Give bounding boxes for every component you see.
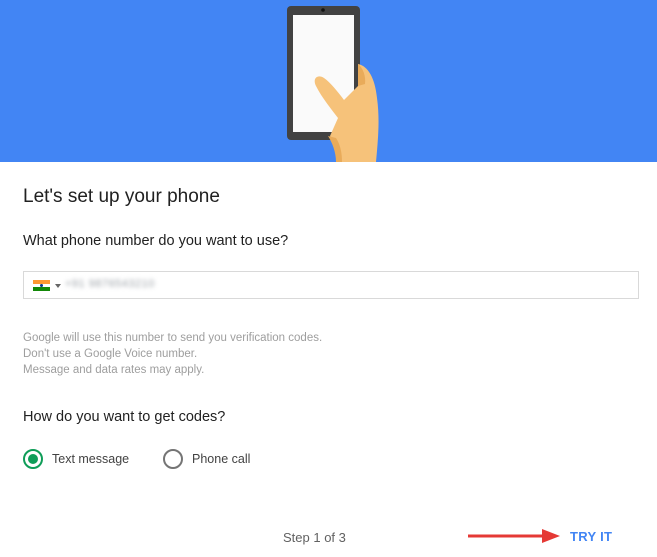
radio-text-message-label[interactable]: Text message	[52, 452, 129, 466]
radio-text-message[interactable]: Text message	[23, 448, 129, 470]
phone-camera-dot	[321, 8, 325, 12]
india-flag-icon[interactable]	[33, 280, 50, 291]
page-title: Let's set up your phone	[23, 186, 220, 207]
hand-holding-phone-illustration	[287, 6, 379, 162]
radio-phone-call[interactable]: Phone call	[163, 448, 250, 470]
country-dropdown-caret-icon[interactable]	[55, 284, 61, 288]
note-verification-codes: Google will use this number to send you …	[23, 332, 323, 344]
try-it-button[interactable]: TRY IT	[570, 529, 612, 544]
phone-number-value[interactable]: +91 9876543210	[65, 278, 155, 290]
phone-number-input[interactable]: +91 9876543210	[23, 271, 639, 299]
step-indicator: Step 1 of 3	[283, 530, 346, 545]
phone-usage-notes: Google will use this number to send you …	[23, 330, 322, 378]
note-no-google-voice: Don't use a Google Voice number.	[23, 348, 198, 360]
radio-checked-icon[interactable]	[23, 449, 43, 469]
radio-unchecked-icon[interactable]	[163, 449, 183, 469]
hero-banner	[0, 0, 657, 162]
codes-delivery-question: How do you want to get codes?	[23, 409, 226, 425]
note-data-rates: Message and data rates may apply.	[23, 364, 205, 376]
phone-number-question: What phone number do you want to use?	[23, 233, 289, 249]
red-arrow-annotation-icon	[468, 529, 560, 543]
radio-phone-call-label[interactable]: Phone call	[192, 452, 250, 466]
